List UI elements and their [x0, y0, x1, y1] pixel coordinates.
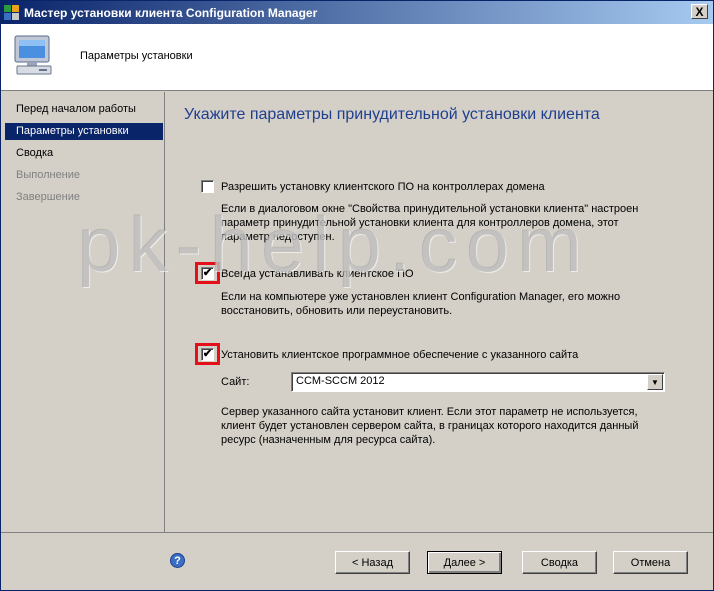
sidebar-item-completion: Завершение: [16, 191, 80, 203]
window-title: Мастер установки клиента Configuration M…: [24, 5, 318, 20]
description-line: клиент будет установлен сервером сайта, …: [221, 420, 639, 432]
sidebar-item-summary[interactable]: Сводка: [5, 145, 163, 162]
description-line: параметр принудительной установки клиент…: [221, 217, 619, 229]
app-icon: [4, 4, 20, 21]
main-content: Укажите параметры принудительной установ…: [166, 92, 713, 532]
install-from-site-label[interactable]: Установить клиентское программное обеспе…: [221, 349, 578, 361]
summary-button[interactable]: Сводка: [522, 551, 597, 574]
computer-icon: [14, 35, 52, 75]
site-select-value: CCM-SCCM 2012: [296, 375, 385, 387]
always-install-label[interactable]: Всегда устанавливать клиентское ПО: [221, 268, 414, 280]
page-title: Укажите параметры принудительной установ…: [184, 106, 600, 123]
install-from-site-description: Сервер указанного сайта установит клиент…: [221, 405, 638, 447]
wizard-steps-sidebar: Перед началом работы Параметры установки…: [1, 92, 165, 532]
description-line: восстановить, обновить или переустановит…: [221, 305, 453, 317]
checkmark-icon: ✔: [202, 348, 213, 360]
back-button[interactable]: < Назад: [335, 551, 410, 574]
site-label: Сайт:: [221, 376, 250, 388]
cancel-button[interactable]: Отмена: [613, 551, 688, 574]
sidebar-item-before-you-begin[interactable]: Перед началом работы: [5, 101, 163, 118]
header-title: Параметры установки: [80, 50, 193, 62]
title-bar[interactable]: Мастер установки клиента Configuration M…: [1, 1, 713, 24]
dropdown-glyph: ▼: [651, 377, 659, 387]
install-from-site-checkbox[interactable]: ✔: [201, 348, 214, 361]
checkmark-icon: ✔: [202, 267, 213, 279]
help-glyph: ?: [174, 554, 181, 567]
wizard-window: Мастер установки клиента Configuration M…: [0, 0, 714, 591]
sidebar-item-progress: Выполнение: [16, 169, 81, 181]
site-select[interactable]: CCM-SCCM 2012 ▼: [291, 372, 665, 392]
sidebar-item-installation-options[interactable]: Параметры установки: [5, 123, 163, 140]
footer-divider: [1, 532, 713, 533]
description-line: ресурс (назначенным для ресурса сайта).: [221, 434, 436, 446]
chevron-down-icon[interactable]: ▼: [647, 374, 663, 390]
wizard-header: Параметры установки: [1, 24, 713, 91]
always-install-description: Если на компьютере уже установлен клиент…: [221, 290, 620, 318]
description-line: Если на компьютере уже установлен клиент…: [221, 291, 621, 303]
help-icon[interactable]: ?: [170, 553, 185, 568]
description-line: параметр недоступен.: [221, 231, 335, 243]
always-install-checkbox[interactable]: ✔: [201, 267, 214, 280]
close-button[interactable]: X: [691, 4, 708, 19]
description-line: Если в диалоговом окне "Свойства принуди…: [221, 203, 639, 215]
description-line: Сервер указанного сайта установит клиент…: [221, 406, 638, 418]
next-button[interactable]: Далее >: [427, 551, 502, 574]
domain-controllers-description: Если в диалоговом окне "Свойства принуди…: [221, 202, 638, 244]
close-icon: X: [695, 4, 704, 19]
domain-controllers-label[interactable]: Разрешить установку клиентского ПО на ко…: [221, 181, 545, 193]
domain-controllers-checkbox[interactable]: [201, 180, 214, 193]
